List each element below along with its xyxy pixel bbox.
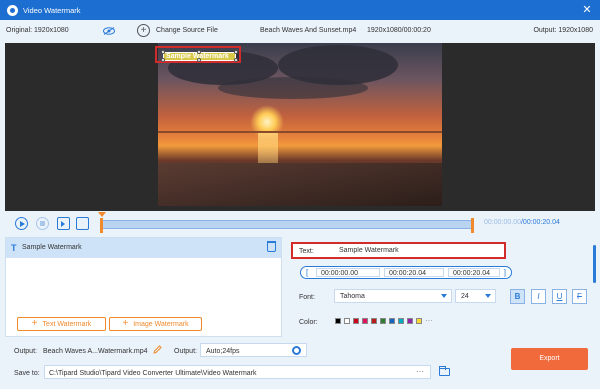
underline-button[interactable]: U (552, 289, 567, 304)
clip-icon[interactable] (76, 217, 89, 230)
resize-handle[interactable] (197, 50, 201, 54)
resize-handle[interactable] (197, 58, 201, 62)
font-dropdown[interactable]: Tahoma (334, 289, 452, 303)
color-swatch[interactable] (407, 318, 413, 324)
image-watermark-label: Image Watermark (133, 320, 189, 328)
play-icon[interactable] (15, 217, 28, 230)
time-display: 00:00:00.00/00:00:20.04 (484, 219, 560, 226)
text-watermark-label: Text Watermark (42, 320, 92, 328)
save-to-label: Save to: (14, 370, 40, 377)
video-watermark-window: Video Watermark ✕ Original: 1920x1080 + … (0, 0, 600, 389)
window-title: Video Watermark (23, 5, 81, 15)
set-end-icon[interactable]: ] (504, 268, 506, 277)
font-size-value: 24 (461, 293, 469, 300)
bottom-bar: Output: Beach Waves A...Watermark.mp4 Ou… (0, 337, 600, 389)
close-button[interactable]: ✕ (580, 3, 594, 17)
timeline-start-handle[interactable] (100, 218, 103, 233)
watermark-highlight[interactable]: Sample Watermark (155, 46, 241, 63)
gear-icon[interactable] (292, 346, 301, 355)
change-source-file-button[interactable]: Change Source File (156, 27, 218, 34)
color-swatch[interactable] (362, 318, 368, 324)
font-label: Font: (299, 294, 315, 301)
start-time-field[interactable]: 00:00:00.00 (316, 268, 380, 277)
time-range: [ 00:00:00.00 00:00:20.04 00:00:20.04 ] (300, 266, 512, 279)
add-image-watermark-button[interactable]: + Image Watermark (109, 317, 202, 331)
browse-button[interactable]: ··· (416, 367, 424, 376)
color-swatch[interactable] (416, 318, 422, 324)
settings-scrollbar[interactable] (593, 245, 596, 283)
color-swatch[interactable] (380, 318, 386, 324)
total-time: /00:00:20.04 (520, 219, 560, 226)
trash-icon[interactable] (267, 241, 276, 252)
video-preview: Sample Watermark (5, 43, 595, 211)
output-filename: Beach Waves A...Watermark.mp4 (43, 348, 148, 355)
font-value: Tahoma (340, 293, 365, 300)
save-path-field[interactable]: C:\Tipard Studio\Tipard Video Converter … (44, 365, 431, 379)
title-bar: Video Watermark ✕ (0, 0, 600, 20)
watermark-settings-panel: Text: [ 00:00:00.00 00:00:20.04 00:00:20… (282, 237, 595, 337)
watermark-list-panel: T Sample Watermark + Text Watermark + Imag… (5, 237, 282, 337)
color-swatch[interactable] (371, 318, 377, 324)
resize-handle[interactable] (161, 58, 165, 62)
color-swatch[interactable] (344, 318, 350, 324)
watermark-list-item[interactable]: T Sample Watermark (6, 238, 281, 258)
add-text-watermark-button[interactable]: + Text Watermark (17, 317, 106, 331)
color-swatch[interactable] (335, 318, 341, 324)
export-button[interactable]: Export (511, 348, 588, 370)
video-frame (158, 43, 442, 206)
folder-icon[interactable] (439, 366, 450, 376)
text-type-icon: T (11, 243, 17, 253)
app-logo-icon (7, 4, 18, 16)
text-label: Text: (299, 248, 314, 255)
text-field-highlight: Text: (291, 242, 506, 259)
duration-field[interactable]: 00:00:20.04 (448, 268, 500, 277)
horizon (158, 131, 442, 133)
save-path-value: C:\Tipard Studio\Tipard Video Converter … (49, 370, 257, 377)
more-colors-button[interactable]: ··· (425, 317, 433, 325)
source-resolution-duration: 1920x1080/00:00:20 (367, 27, 431, 34)
next-frame-icon[interactable] (57, 217, 70, 230)
output-resolution: Output: 1920x1080 (533, 27, 593, 34)
chevron-down-icon (485, 294, 491, 298)
plus-icon: + (122, 318, 129, 329)
strikethrough-button[interactable]: F (572, 289, 587, 304)
output-label: Output: (14, 348, 37, 355)
resize-handle[interactable] (234, 58, 238, 62)
color-swatch[interactable] (389, 318, 395, 324)
end-time-field[interactable]: 00:00:20.04 (384, 268, 444, 277)
italic-button[interactable]: I (531, 289, 546, 304)
source-filename: Beach Waves And Sunset.mp4 (260, 27, 357, 34)
output-format-field[interactable]: Auto;24fps (200, 343, 307, 357)
add-circle-icon[interactable]: + (137, 24, 150, 37)
color-swatch[interactable] (398, 318, 404, 324)
output-format-label: Output: (174, 348, 197, 355)
beach (158, 163, 442, 206)
timeline-end-handle[interactable] (471, 218, 474, 233)
color-swatch[interactable] (353, 318, 359, 324)
eye-hidden-icon[interactable] (103, 27, 115, 35)
plus-icon: + (31, 318, 38, 329)
current-time: 00:00:00.00 (484, 219, 521, 226)
edit-pencil-icon[interactable] (153, 345, 162, 354)
watermark-text-input[interactable] (334, 245, 500, 256)
playhead[interactable] (98, 212, 106, 217)
font-size-dropdown[interactable]: 24 (455, 289, 496, 303)
color-swatches: ··· (335, 317, 433, 325)
stop-icon[interactable] (36, 217, 49, 230)
chevron-down-icon (441, 294, 447, 298)
info-bar: Original: 1920x1080 + Change Source File… (0, 20, 600, 43)
resize-handle[interactable] (234, 50, 238, 54)
color-label: Color: (299, 319, 318, 326)
bold-button[interactable]: B (510, 289, 525, 304)
cloud (218, 77, 368, 99)
watermark-item-label: Sample Watermark (22, 244, 82, 251)
output-format-value: Auto;24fps (206, 348, 240, 355)
resize-handle[interactable] (161, 50, 165, 54)
timeline-track[interactable] (98, 212, 474, 233)
set-start-icon[interactable]: [ (306, 268, 308, 277)
original-resolution: Original: 1920x1080 (6, 27, 69, 34)
